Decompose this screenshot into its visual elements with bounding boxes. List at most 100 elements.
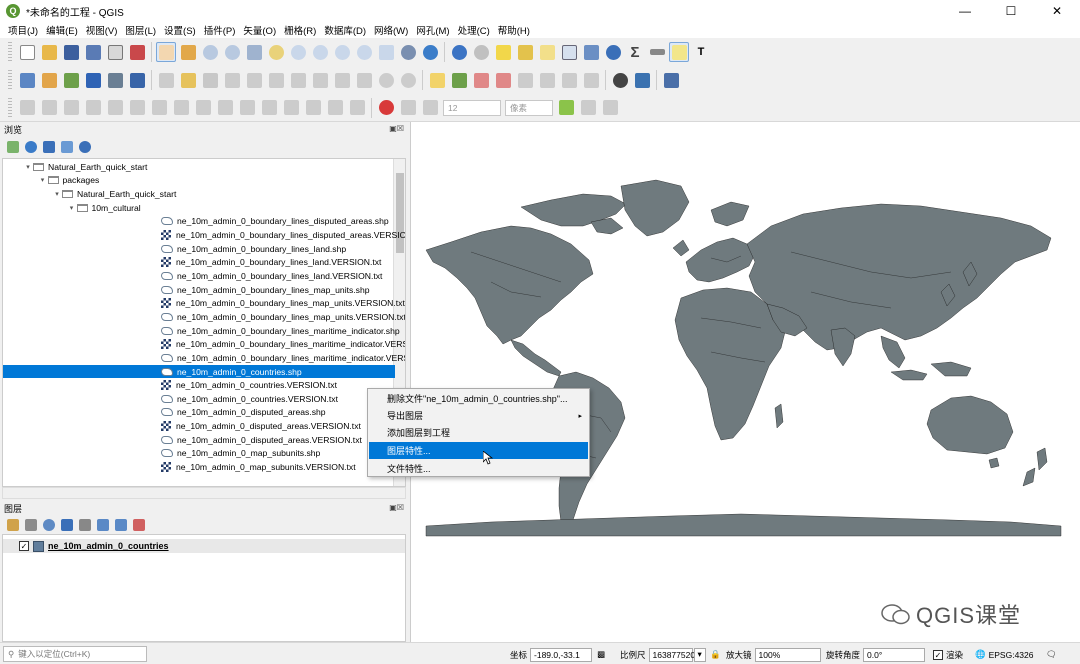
paste-features-button[interactable] (354, 70, 374, 90)
panel-float-close-icon[interactable]: ▣☒ (389, 503, 404, 512)
magnifier-input[interactable]: 100% (754, 647, 821, 662)
menu-view[interactable]: 视图(V) (82, 23, 122, 37)
expand-arrow-icon[interactable]: ▾ (23, 163, 33, 171)
rotation-input[interactable]: 0.0° (863, 647, 926, 662)
save-as-button[interactable] (83, 42, 103, 62)
filter-expression-icon[interactable] (79, 519, 91, 531)
rotate-label-button[interactable] (537, 70, 557, 90)
browser-file-item[interactable]: ne_10m_admin_0_boundary_lines_maritime_i… (3, 324, 400, 338)
temporal-button[interactable] (398, 42, 418, 62)
layer-symbol-swatch[interactable] (33, 540, 44, 552)
fill-ring-button[interactable] (149, 98, 169, 118)
browser-file-item[interactable]: ne_10m_admin_0_boundary_lines_land.shp (3, 242, 346, 256)
statistics-button[interactable] (581, 42, 601, 62)
show-labels-button[interactable] (493, 70, 513, 90)
undo-button[interactable] (376, 70, 396, 90)
add-ring-button[interactable] (105, 98, 125, 118)
expand-arrow-icon[interactable]: ▾ (38, 176, 48, 184)
menu-processing[interactable]: 处理(C) (454, 23, 494, 37)
menu-help[interactable]: 帮助(H) (494, 23, 534, 37)
pin-labels-button[interactable] (471, 70, 491, 90)
menu-database[interactable]: 数据库(D) (320, 23, 370, 37)
menu-mesh[interactable]: 网孔(M) (412, 23, 453, 37)
toolbar-handle[interactable] (8, 42, 12, 62)
simplify-button[interactable] (83, 98, 103, 118)
save-edits-button[interactable] (200, 70, 220, 90)
toolbox-button[interactable] (603, 42, 623, 62)
save-project-button[interactable] (61, 42, 81, 62)
measure-button[interactable] (647, 42, 667, 62)
change-label-button[interactable] (559, 70, 579, 90)
expand-arrow-icon[interactable]: ▾ (52, 190, 62, 198)
zoom-native-button[interactable] (310, 42, 330, 62)
add-db-layer-button[interactable] (105, 70, 125, 90)
context-menu-item[interactable]: 文件特性... (369, 460, 588, 477)
new-map-view-button[interactable] (376, 42, 396, 62)
close-button[interactable]: ✕ (1034, 0, 1080, 22)
browser-folder-item[interactable]: ▾ packages (3, 174, 100, 188)
minimize-button[interactable]: — (942, 0, 988, 22)
virtual-layer-button[interactable] (127, 70, 147, 90)
menu-settings[interactable]: 设置(S) (160, 23, 200, 37)
label-style-button[interactable] (449, 70, 469, 90)
rotate-symbols-button[interactable] (347, 98, 367, 118)
zoom-last-button[interactable] (332, 42, 352, 62)
add-vector-layer-button[interactable] (39, 70, 59, 90)
render-toggle[interactable]: ✓ 渲染 (933, 647, 963, 662)
merge-features-button[interactable] (303, 98, 323, 118)
zoom-in-button[interactable] (200, 42, 220, 62)
add-part-button[interactable] (127, 98, 147, 118)
manage-visibility-icon[interactable] (43, 519, 55, 531)
zoom-out-button[interactable] (222, 42, 242, 62)
new-shapefile-button[interactable] (61, 70, 81, 90)
expand-arrow-icon[interactable]: ▾ (67, 204, 77, 212)
menu-layer[interactable]: 图层(L) (121, 23, 160, 37)
add-selected-icon[interactable] (7, 141, 19, 153)
toolbar-handle[interactable] (8, 97, 12, 118)
panel-float-close-icon[interactable]: ▣☒ (389, 124, 404, 133)
split-features-button[interactable] (259, 98, 279, 118)
layer-visibility-checkbox[interactable]: ✓ (19, 541, 29, 551)
menu-raster[interactable]: 栅格(R) (280, 23, 320, 37)
refresh-button[interactable] (420, 42, 440, 62)
locator-search-input[interactable]: ⚲ 键入以定位(Ctrl+K) (3, 646, 147, 662)
toggle-editing-button[interactable] (178, 70, 198, 90)
digitize-button[interactable] (83, 70, 103, 90)
layers-tree[interactable]: ✓ ne_10m_admin_0_countries (2, 534, 406, 642)
python-console-button[interactable] (632, 70, 652, 90)
help-button[interactable] (661, 70, 681, 90)
identify-button[interactable] (449, 42, 469, 62)
zoom-next-button[interactable] (354, 42, 374, 62)
properties-info-icon[interactable] (79, 141, 91, 153)
filter-icon[interactable] (43, 141, 55, 153)
context-menu-item[interactable]: 导出图层 ▸ (369, 407, 588, 424)
merge-attributes-button[interactable] (325, 98, 345, 118)
tracing-button[interactable] (600, 98, 620, 118)
crs-button[interactable]: 🌐 EPSG:4326 (975, 647, 1033, 662)
topological-editing-button[interactable] (556, 98, 576, 118)
label-toolbar-button[interactable] (427, 70, 447, 90)
render-checkbox[interactable]: ✓ (933, 649, 943, 660)
browser-tree[interactable]: ▾ Natural_Earth_quick_start ▾ packages ▾ Natu… (2, 158, 406, 487)
sum-icon[interactable]: Σ (625, 42, 645, 62)
coordinate-input[interactable]: -189.0,-33.1 (530, 647, 593, 662)
browser-file-item[interactable]: ne_10m_admin_0_countries.shp (3, 364, 395, 379)
delete-part-button[interactable] (193, 98, 213, 118)
snapping-type-button[interactable] (420, 98, 440, 118)
browser-horizontal-scrollbar[interactable] (2, 487, 406, 499)
browser-file-item[interactable]: ne_10m_admin_0_boundary_lines_disputed_a… (3, 228, 405, 242)
offset-curve-button[interactable] (237, 98, 257, 118)
menu-plugins[interactable]: 插件(P) (200, 23, 240, 37)
browser-file-item[interactable]: ne_10m_admin_0_disputed_areas.VERSION.tx… (3, 419, 361, 433)
remove-layer-icon[interactable] (133, 519, 145, 531)
maximize-button[interactable]: ☐ (988, 0, 1034, 22)
expand-all-icon[interactable] (97, 519, 109, 531)
browser-file-item[interactable]: ne_10m_admin_0_map_subunits.shp (3, 447, 320, 461)
collapse-all-icon[interactable] (115, 519, 127, 531)
print-layout-button[interactable] (105, 42, 125, 62)
select-features-button[interactable] (493, 42, 513, 62)
map-tips-button[interactable] (669, 42, 689, 62)
data-source-manager-button[interactable] (17, 70, 37, 90)
browser-file-item[interactable]: ne_10m_admin_0_disputed_areas.shp (3, 406, 326, 420)
browser-file-item[interactable]: ne_10m_admin_0_boundary_lines_maritime_i… (3, 337, 405, 351)
